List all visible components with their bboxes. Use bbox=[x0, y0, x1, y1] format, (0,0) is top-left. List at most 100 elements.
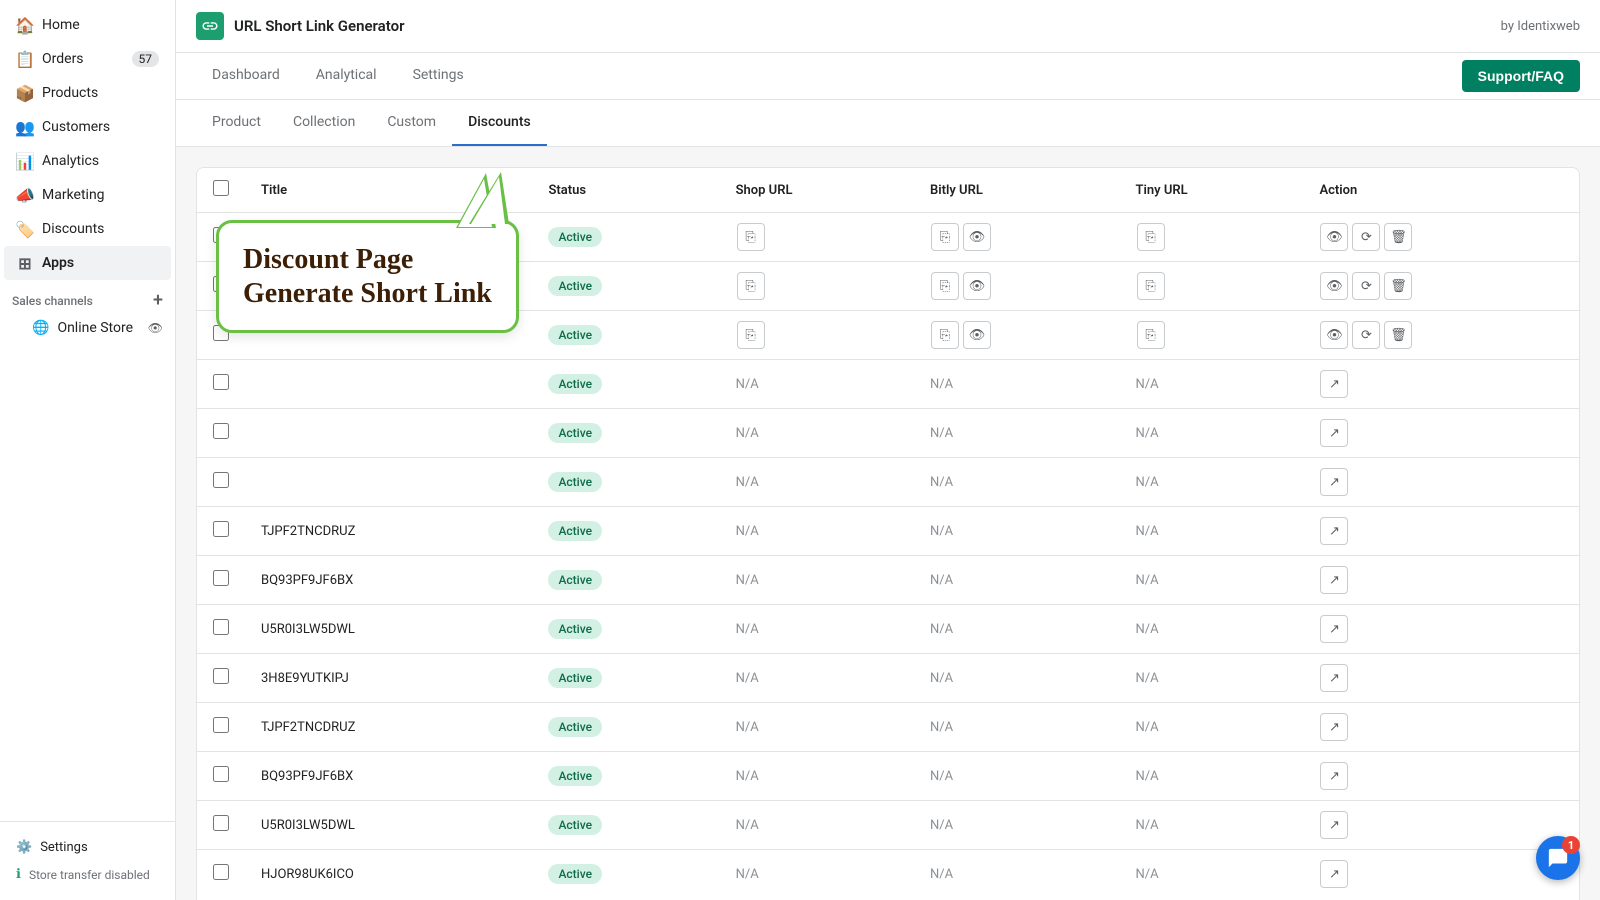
view-button[interactable]: 👁 bbox=[1320, 272, 1348, 300]
analytics-icon: 📊 bbox=[16, 152, 34, 170]
row-checkbox[interactable] bbox=[213, 717, 229, 733]
cell-bitly-url: N/A bbox=[914, 801, 1120, 850]
view-button[interactable]: 👁 bbox=[1320, 321, 1348, 349]
table-row: 3H8E9YUTKIPJActiveN/AN/AN/A↗ bbox=[197, 654, 1579, 703]
na-text: N/A bbox=[736, 524, 759, 539]
sidebar-item-apps[interactable]: ⊞ Apps bbox=[4, 246, 171, 280]
tab-dashboard[interactable]: Dashboard bbox=[196, 53, 296, 99]
external-link-button[interactable]: ↗ bbox=[1320, 860, 1348, 888]
online-store-label: Online Store bbox=[57, 320, 133, 336]
na-text: N/A bbox=[930, 426, 953, 441]
copy-bitly-url-button[interactable]: ⎘ bbox=[931, 272, 959, 300]
external-link-button[interactable]: ↗ bbox=[1320, 468, 1348, 496]
copy-bitly-url-button[interactable]: ⎘ bbox=[931, 321, 959, 349]
na-text: N/A bbox=[1136, 769, 1159, 784]
na-text: N/A bbox=[1136, 573, 1159, 588]
view-bitly-url-button[interactable]: 👁 bbox=[963, 223, 991, 251]
view-button[interactable]: 👁 bbox=[1320, 223, 1348, 251]
status-badge: Active bbox=[548, 325, 602, 345]
sidebar-item-marketing[interactable]: 📣 Marketing bbox=[4, 178, 171, 212]
delete-button[interactable]: 🗑 bbox=[1384, 223, 1412, 251]
external-link-button[interactable]: ↗ bbox=[1320, 664, 1348, 692]
external-link-button[interactable]: ↗ bbox=[1320, 615, 1348, 643]
external-link-button[interactable]: ↗ bbox=[1320, 517, 1348, 545]
refresh-button[interactable]: ⟳ bbox=[1352, 223, 1380, 251]
settings-icon: ⚙️ bbox=[16, 840, 32, 855]
cell-action: ↗ bbox=[1303, 458, 1579, 507]
na-text: N/A bbox=[736, 818, 759, 833]
view-bitly-url-button[interactable]: 👁 bbox=[963, 272, 991, 300]
sidebar-item-home[interactable]: 🏠 Home bbox=[4, 8, 171, 42]
select-all-checkbox[interactable] bbox=[213, 180, 229, 196]
external-link-button[interactable]: ↗ bbox=[1320, 713, 1348, 741]
row-checkbox[interactable] bbox=[213, 570, 229, 586]
sidebar-item-analytics[interactable]: 📊 Analytics bbox=[4, 144, 171, 178]
row-checkbox[interactable] bbox=[213, 472, 229, 488]
app-icon bbox=[196, 12, 224, 40]
external-link-button[interactable]: ↗ bbox=[1320, 566, 1348, 594]
cell-shop-url: N/A bbox=[720, 752, 914, 801]
tab-settings[interactable]: Settings bbox=[397, 53, 480, 99]
sidebar-item-orders[interactable]: 📋 Orders 57 bbox=[4, 42, 171, 76]
sidebar-item-products[interactable]: 📦 Products bbox=[4, 76, 171, 110]
page-tab-custom[interactable]: Custom bbox=[371, 100, 452, 146]
external-link-button[interactable]: ↗ bbox=[1320, 370, 1348, 398]
add-sales-channel-button[interactable]: + bbox=[153, 292, 163, 310]
copy-shop-url-button[interactable]: ⎘ bbox=[737, 223, 765, 251]
copy-shop-url-button[interactable]: ⎘ bbox=[737, 272, 765, 300]
external-link-button[interactable]: ↗ bbox=[1320, 762, 1348, 790]
row-checkbox[interactable] bbox=[213, 864, 229, 880]
delete-button[interactable]: 🗑 bbox=[1384, 321, 1412, 349]
refresh-button[interactable]: ⟳ bbox=[1352, 321, 1380, 349]
cell-tiny-url: N/A bbox=[1120, 703, 1304, 752]
delete-button[interactable]: 🗑 bbox=[1384, 272, 1412, 300]
cell-title: TJPF2TNCDRUZ bbox=[245, 507, 532, 556]
copy-tiny-url-button[interactable]: ⎘ bbox=[1137, 223, 1165, 251]
row-checkbox[interactable] bbox=[213, 766, 229, 782]
cell-status: Active bbox=[532, 409, 719, 458]
row-checkbox[interactable] bbox=[213, 423, 229, 439]
callout-line1: Discount Page bbox=[243, 243, 492, 277]
copy-tiny-url-button[interactable]: ⎘ bbox=[1137, 272, 1165, 300]
copy-shop-url-button[interactable]: ⎘ bbox=[737, 321, 765, 349]
cell-tiny-url: N/A bbox=[1120, 360, 1304, 409]
na-text: N/A bbox=[930, 475, 953, 490]
copy-bitly-url-button[interactable]: ⎘ bbox=[931, 223, 959, 251]
na-text: N/A bbox=[736, 867, 759, 882]
sidebar-item-discounts[interactable]: 🏷️ Discounts bbox=[4, 212, 171, 246]
cell-bitly-url: N/A bbox=[914, 360, 1120, 409]
cell-bitly-url: N/A bbox=[914, 703, 1120, 752]
row-checkbox[interactable] bbox=[213, 521, 229, 537]
na-text: N/A bbox=[930, 377, 953, 392]
support-faq-button[interactable]: Support/FAQ bbox=[1462, 60, 1580, 92]
page-tab-collection[interactable]: Collection bbox=[277, 100, 371, 146]
view-bitly-url-button[interactable]: 👁 bbox=[963, 321, 991, 349]
sidebar-item-customers[interactable]: 👥 Customers bbox=[4, 110, 171, 144]
tab-analytical[interactable]: Analytical bbox=[300, 53, 393, 99]
chat-button[interactable]: 1 bbox=[1536, 836, 1580, 880]
sidebar-item-online-store[interactable]: 🌐 Online Store 👁 bbox=[0, 314, 175, 342]
status-badge: Active bbox=[548, 276, 602, 296]
row-checkbox[interactable] bbox=[213, 815, 229, 831]
cell-action: ↗ bbox=[1303, 752, 1579, 801]
refresh-button[interactable]: ⟳ bbox=[1352, 272, 1380, 300]
na-text: N/A bbox=[736, 622, 759, 637]
copy-tiny-url-button[interactable]: ⎘ bbox=[1137, 321, 1165, 349]
row-checkbox[interactable] bbox=[213, 619, 229, 635]
row-checkbox[interactable] bbox=[213, 668, 229, 684]
settings-link[interactable]: ⚙️ Settings bbox=[12, 834, 163, 861]
home-icon: 🏠 bbox=[16, 16, 34, 34]
page-tab-product[interactable]: Product bbox=[196, 100, 277, 146]
table-row: HJOR98UK6ICOActiveN/AN/AN/A↗ bbox=[197, 850, 1579, 899]
cell-title: U5R0I3LW5DWL bbox=[245, 605, 532, 654]
cell-tiny-url: N/A bbox=[1120, 409, 1304, 458]
cell-bitly-url: ⎘👁 bbox=[914, 262, 1120, 311]
external-link-button[interactable]: ↗ bbox=[1320, 419, 1348, 447]
page-tab-discounts[interactable]: Discounts bbox=[452, 100, 547, 146]
external-link-button[interactable]: ↗ bbox=[1320, 811, 1348, 839]
na-text: N/A bbox=[1136, 426, 1159, 441]
row-checkbox[interactable] bbox=[213, 374, 229, 390]
cell-bitly-url: N/A bbox=[914, 654, 1120, 703]
na-text: N/A bbox=[930, 818, 953, 833]
cell-action: 👁⟳🗑 bbox=[1303, 311, 1579, 360]
